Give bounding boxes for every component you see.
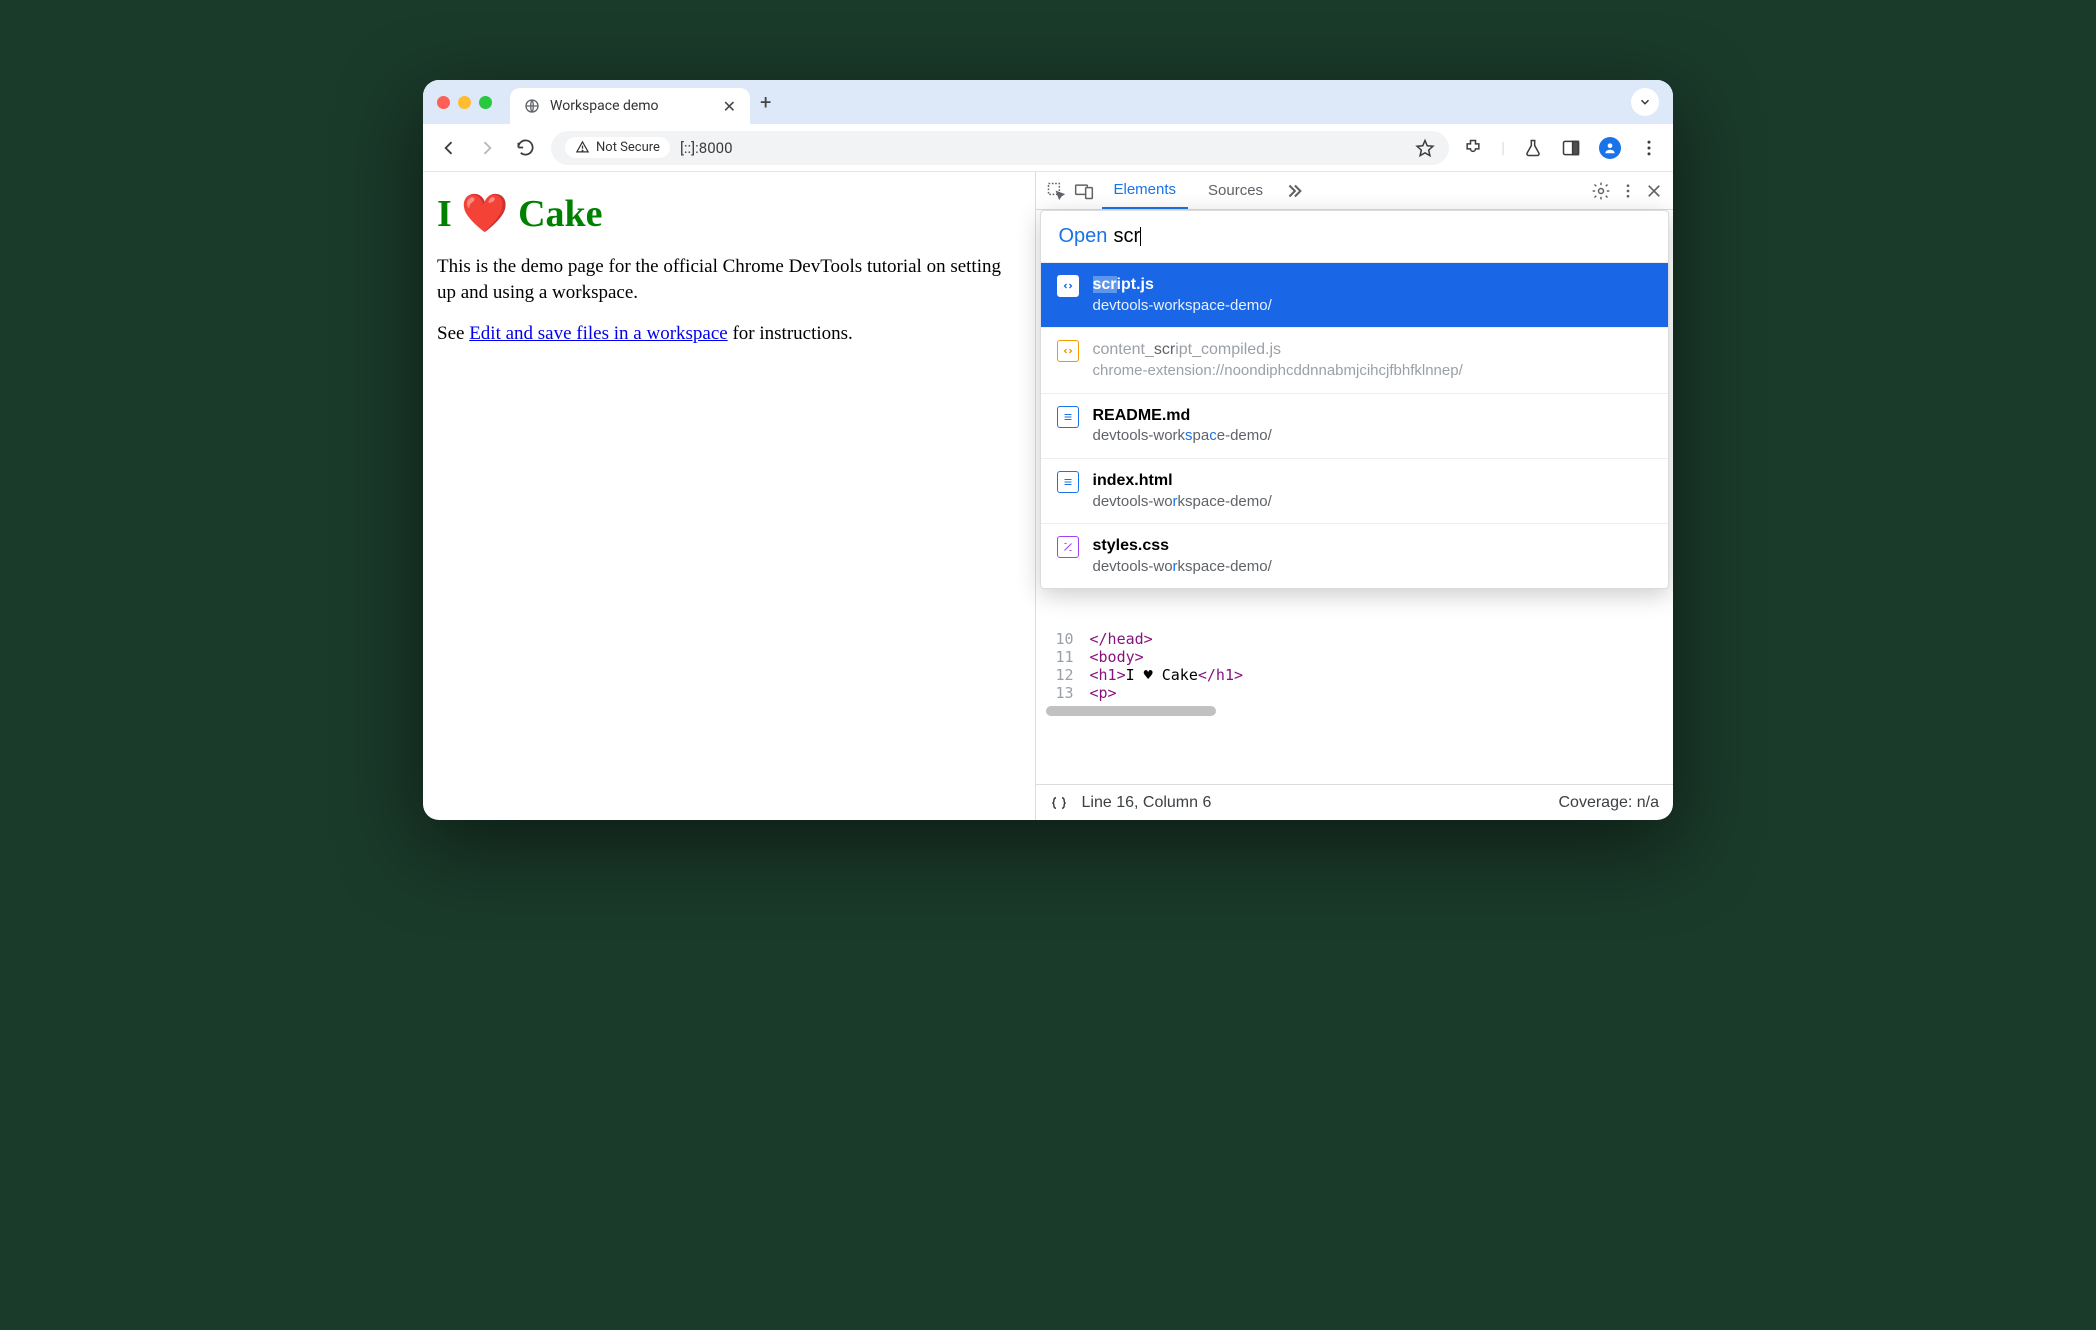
forward-button[interactable]: [475, 138, 499, 158]
open-file-query[interactable]: Open scr: [1041, 211, 1669, 263]
file-result-styles[interactable]: styles.css devtools-workspace-demo/: [1041, 524, 1669, 588]
file-result-title: styles.css: [1093, 536, 1272, 557]
page-heading: I ❤️ Cake: [437, 192, 1021, 236]
bookmark-star-icon[interactable]: [1415, 138, 1435, 158]
devtools-panel: Elements Sources Open: [1036, 172, 1674, 820]
open-file-prefix: Open: [1059, 225, 1108, 248]
tabs-menu-button[interactable]: [1631, 88, 1659, 116]
window-controls: [437, 96, 492, 109]
toolbar-right: |: [1463, 137, 1659, 159]
maximize-window-button[interactable]: [479, 96, 492, 109]
browser-menu-icon[interactable]: [1639, 138, 1659, 158]
cursor-position: Line 16, Column 6: [1082, 794, 1212, 812]
page-description: This is the demo page for the official C…: [437, 254, 1021, 305]
file-result-script-js[interactable]: script.js devtools-workspace-demo/: [1041, 263, 1669, 328]
page-instructions: See Edit and save files in a workspace f…: [437, 321, 1021, 347]
browser-tab[interactable]: Workspace demo ✕: [510, 88, 750, 124]
open-file-typed: scr: [1113, 225, 1140, 248]
format-icon[interactable]: [1050, 794, 1068, 812]
file-result-index[interactable]: index.html devtools-workspace-demo/: [1041, 459, 1669, 524]
file-result-path: devtools-workspace-demo/: [1093, 492, 1272, 512]
tab-elements[interactable]: Elements: [1102, 172, 1189, 209]
globe-icon: [524, 98, 540, 114]
tab-sources[interactable]: Sources: [1196, 172, 1275, 209]
back-button[interactable]: [437, 138, 461, 158]
side-panel-icon[interactable]: [1561, 138, 1581, 158]
minimize-window-button[interactable]: [458, 96, 471, 109]
new-tab-button[interactable]: +: [760, 90, 771, 114]
devtools-tabbar: Elements Sources: [1036, 172, 1674, 210]
devtools-menu-icon[interactable]: [1619, 182, 1637, 200]
coverage-status: Coverage: n/a: [1558, 794, 1659, 812]
document-file-icon: [1057, 471, 1079, 493]
file-result-readme[interactable]: README.md devtools-workspace-demo/: [1041, 394, 1669, 459]
script-file-icon: [1057, 275, 1079, 297]
code-line: 10</head>: [1036, 630, 1674, 648]
labs-icon[interactable]: [1523, 138, 1543, 158]
devtools-statusbar: Line 16, Column 6 Coverage: n/a: [1036, 784, 1674, 820]
open-file-dialog: Open scr script.js devtools-workspace-de…: [1040, 210, 1670, 589]
tab-close-icon[interactable]: ✕: [723, 97, 736, 116]
file-result-title: script.js: [1093, 275, 1272, 296]
file-result-path: chrome-extension://noondiphcddnnabmjcihc…: [1093, 361, 1463, 381]
file-result-title: index.html: [1093, 471, 1272, 492]
security-chip-label: Not Secure: [596, 140, 660, 155]
address-bar[interactable]: Not Secure [::]:8000: [551, 131, 1449, 165]
tab-title: Workspace demo: [550, 98, 659, 114]
file-result-path: devtools-workspace-demo/: [1093, 557, 1272, 577]
devtools-close-icon[interactable]: [1645, 182, 1663, 200]
code-line: 12 <h1>I ♥ Cake</h1>: [1036, 666, 1674, 684]
file-result-title: content_script_compiled.js: [1093, 340, 1463, 361]
code-line: 13 <p>: [1036, 684, 1674, 702]
profile-avatar[interactable]: [1599, 137, 1621, 159]
url-text: [::]:8000: [680, 139, 733, 157]
tab-strip: Workspace demo ✕ +: [423, 80, 1673, 124]
rendered-page: I ❤️ Cake This is the demo page for the …: [423, 172, 1036, 820]
file-result-path: devtools-workspace-demo/: [1093, 296, 1272, 316]
workspace-tutorial-link[interactable]: Edit and save files in a workspace: [469, 323, 728, 344]
file-result-title: README.md: [1093, 406, 1272, 427]
more-tabs-icon[interactable]: [1283, 180, 1305, 202]
file-result-path: devtools-workspace-demo/: [1093, 426, 1272, 446]
devtools-settings-icon[interactable]: [1591, 181, 1611, 201]
extension-file-icon: [1057, 340, 1079, 362]
browser-toolbar: Not Secure [::]:8000 |: [423, 124, 1673, 172]
open-file-results: script.js devtools-workspace-demo/ conte…: [1041, 263, 1669, 588]
extensions-icon[interactable]: [1463, 138, 1483, 158]
inspect-element-icon[interactable]: [1046, 181, 1066, 201]
browser-window: Workspace demo ✕ + Not Secure [::]:8000: [423, 80, 1673, 820]
security-chip[interactable]: Not Secure: [565, 137, 670, 158]
editor-scrollbar[interactable]: [1046, 706, 1216, 716]
stylesheet-file-icon: [1057, 536, 1079, 558]
code-line: 11<body>: [1036, 648, 1674, 666]
reload-button[interactable]: [513, 138, 537, 157]
content-area: I ❤️ Cake This is the demo page for the …: [423, 172, 1673, 820]
device-toolbar-icon[interactable]: [1074, 181, 1094, 201]
close-window-button[interactable]: [437, 96, 450, 109]
file-result-content-script[interactable]: content_script_compiled.js chrome-extens…: [1041, 328, 1669, 393]
document-file-icon: [1057, 406, 1079, 428]
